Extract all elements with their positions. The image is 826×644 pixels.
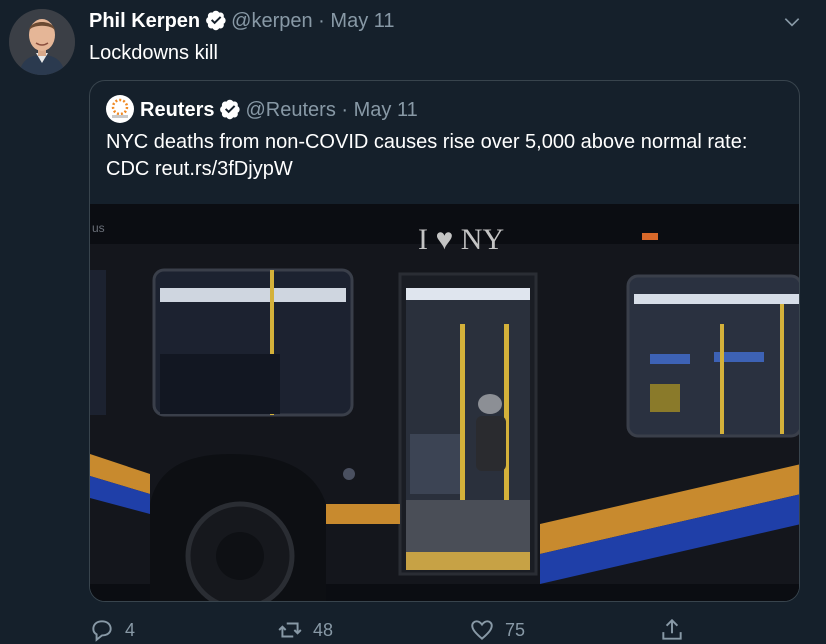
like-count: 75 xyxy=(505,619,526,640)
retweet-count: 48 xyxy=(313,619,334,640)
left-text: us xyxy=(92,221,105,235)
separator: · xyxy=(341,99,349,121)
quoted-tweet[interactable]: Reuters @Reuters · May 11 NYC deaths from… xyxy=(89,80,800,602)
reuters-logo xyxy=(106,95,134,123)
author-avatar[interactable] xyxy=(9,9,75,75)
author-handle[interactable]: @kerpen xyxy=(231,10,312,32)
tweet-date[interactable]: May 11 xyxy=(330,10,394,32)
share-button[interactable] xyxy=(659,616,695,644)
like-button[interactable]: 75 xyxy=(469,616,525,644)
chevron-down-icon[interactable] xyxy=(782,12,802,32)
quoted-tweet-header: Reuters @Reuters · May 11 xyxy=(106,95,418,123)
avatar-image xyxy=(9,9,75,75)
quoted-tweet-text: NYC deaths from non-COVID causes rise ov… xyxy=(106,131,748,180)
quoted-author-name[interactable]: Reuters xyxy=(140,99,214,121)
bus-illustration: us I ♥ NY xyxy=(90,204,799,601)
tweet-header: Phil Kerpen @kerpen · May 11 xyxy=(89,8,395,34)
quoted-author-handle[interactable]: @Reuters xyxy=(245,99,335,121)
author-name[interactable]: Phil Kerpen xyxy=(89,10,200,32)
i-love-ny-text: I ♥ NY xyxy=(418,223,504,256)
separator: · xyxy=(318,10,325,32)
like-icon xyxy=(471,620,493,640)
retweet-icon xyxy=(278,622,302,638)
share-icon xyxy=(662,618,682,640)
verified-badge-icon xyxy=(206,10,226,31)
retweet-button[interactable]: 48 xyxy=(277,616,333,644)
verified-badge-icon xyxy=(220,99,241,120)
tweet-text: Lockdowns kill xyxy=(89,42,218,64)
quoted-tweet-date[interactable]: May 11 xyxy=(354,99,418,121)
reply-button[interactable]: 4 xyxy=(89,616,135,644)
tweet-actions: 4 48 75 xyxy=(89,616,789,644)
bus-photo[interactable]: us I ♥ NY xyxy=(90,204,799,601)
reply-count: 4 xyxy=(125,619,136,640)
reply-icon xyxy=(92,620,112,642)
